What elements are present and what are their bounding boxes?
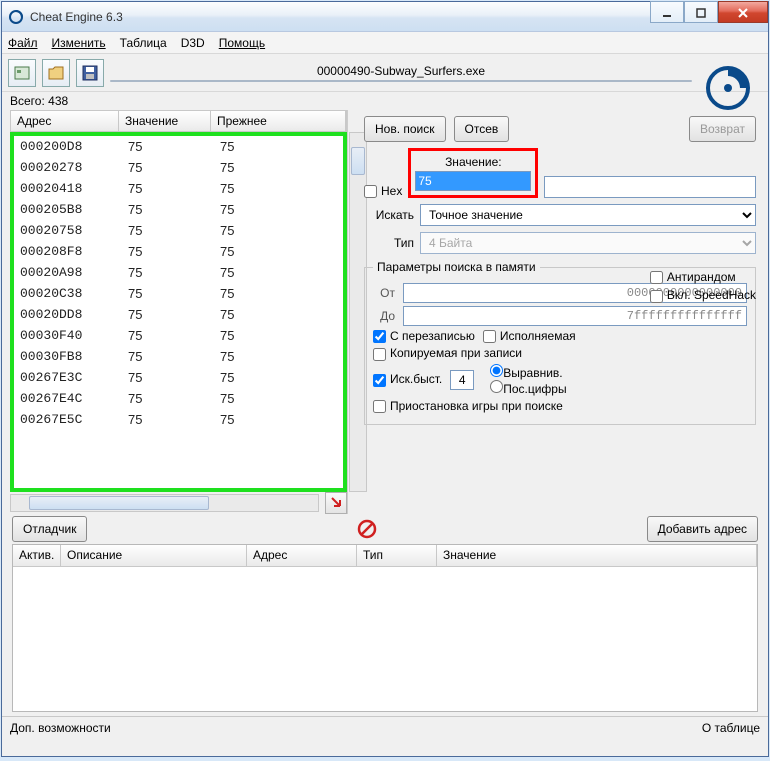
table-row[interactable]: 00030FB87575: [14, 346, 343, 367]
open-file-button[interactable]: [42, 59, 70, 87]
table-row[interactable]: 00267E4C7575: [14, 388, 343, 409]
add-address-button[interactable]: Добавить адрес: [647, 516, 758, 542]
window-title: Cheat Engine 6.3: [30, 10, 650, 24]
save-button[interactable]: [76, 59, 104, 87]
align-radio[interactable]: [490, 364, 503, 377]
col-previous[interactable]: Прежнее: [211, 111, 346, 131]
titlebar: Cheat Engine 6.3: [2, 2, 768, 32]
menu-help[interactable]: Помощь: [219, 36, 265, 50]
process-name: 00000490-Subway_Surfers.exe: [110, 64, 692, 78]
from-label: От: [373, 286, 395, 300]
maximize-button[interactable]: [684, 1, 718, 23]
scan-type-select[interactable]: Точное значение: [420, 204, 756, 226]
col-value[interactable]: Значение: [119, 111, 211, 131]
value-field-highlight: Значение:: [408, 148, 538, 198]
antirandom-checkbox[interactable]: [650, 271, 663, 284]
undo-scan-button[interactable]: Возврат: [689, 116, 756, 142]
search-panel: Нов. поиск Отсев Возврат Hex Значение: И…: [348, 110, 768, 514]
table-row[interactable]: 000202787575: [14, 157, 343, 178]
table-row[interactable]: 000200D87575: [14, 136, 343, 157]
table-row[interactable]: 000205B87575: [14, 199, 343, 220]
table-row[interactable]: 000208F87575: [14, 241, 343, 262]
table-row[interactable]: 00267E5C7575: [14, 409, 343, 430]
value-label: Значение:: [415, 155, 531, 169]
scan-type-label: Искать: [364, 208, 414, 222]
add-to-list-button[interactable]: [325, 492, 347, 514]
table-row[interactable]: 00020A987575: [14, 262, 343, 283]
open-process-button[interactable]: [8, 59, 36, 87]
no-entry-icon[interactable]: [356, 518, 378, 540]
table-row[interactable]: 00030F407575: [14, 325, 343, 346]
writable-checkbox[interactable]: [373, 330, 386, 343]
found-count: 438: [48, 94, 68, 108]
col-active[interactable]: Актив.: [13, 545, 61, 566]
statusbar: Доп. возможности О таблице: [2, 716, 768, 738]
next-scan-button[interactable]: Отсев: [454, 116, 510, 142]
app-icon: [8, 9, 24, 25]
value-extended-input[interactable]: [544, 176, 756, 198]
fastscan-value[interactable]: [450, 370, 474, 390]
results-hscroll[interactable]: [10, 494, 319, 512]
status-right[interactable]: О таблице: [702, 721, 760, 735]
table-row[interactable]: 00020DD87575: [14, 304, 343, 325]
debugger-button[interactable]: Отладчик: [12, 516, 87, 542]
value-type-label: Тип: [364, 236, 414, 250]
col-al-address[interactable]: Адрес: [247, 545, 357, 566]
pause-checkbox[interactable]: [373, 400, 386, 413]
results-list[interactable]: 000200D875750002027875750002041875750002…: [10, 132, 347, 492]
executable-checkbox[interactable]: [483, 330, 496, 343]
menu-d3d[interactable]: D3D: [181, 36, 205, 50]
table-row[interactable]: 00020C387575: [14, 283, 343, 304]
to-label: До: [373, 309, 395, 323]
menubar: Файл Изменить Таблица D3D Помощь: [2, 32, 768, 54]
col-address[interactable]: Адрес: [11, 111, 119, 131]
speedhack-checkbox[interactable]: [650, 290, 663, 303]
new-scan-button[interactable]: Нов. поиск: [364, 116, 446, 142]
results-panel: Адрес Значение Прежнее 000200D8757500020…: [10, 110, 348, 514]
col-al-value[interactable]: Значение: [437, 545, 757, 566]
results-header: Адрес Значение Прежнее: [10, 110, 347, 132]
table-row[interactable]: 00267E3C7575: [14, 367, 343, 388]
status-left[interactable]: Доп. возможности: [10, 721, 111, 735]
progress-bar: [110, 80, 692, 82]
hex-checkbox[interactable]: [364, 185, 377, 198]
menu-file[interactable]: Файл: [8, 36, 38, 50]
minimize-button[interactable]: [650, 1, 684, 23]
menu-table[interactable]: Таблица: [120, 36, 167, 50]
found-label: Всего:: [10, 94, 45, 108]
value-input[interactable]: [415, 171, 531, 191]
col-al-type[interactable]: Тип: [357, 545, 437, 566]
lastdigits-radio[interactable]: [490, 380, 503, 393]
copyonwrite-checkbox[interactable]: [373, 348, 386, 361]
menu-edit[interactable]: Изменить: [52, 36, 106, 50]
table-row[interactable]: 000204187575: [14, 178, 343, 199]
hex-checkbox-label[interactable]: Hex: [364, 184, 402, 198]
value-type-select[interactable]: 4 Байта: [420, 232, 756, 254]
col-desc[interactable]: Описание: [61, 545, 247, 566]
fastscan-checkbox[interactable]: [373, 374, 386, 387]
to-input[interactable]: [403, 306, 747, 326]
address-list[interactable]: Актив. Описание Адрес Тип Значение: [12, 544, 758, 712]
table-row[interactable]: 000207587575: [14, 220, 343, 241]
close-button[interactable]: [718, 1, 768, 23]
